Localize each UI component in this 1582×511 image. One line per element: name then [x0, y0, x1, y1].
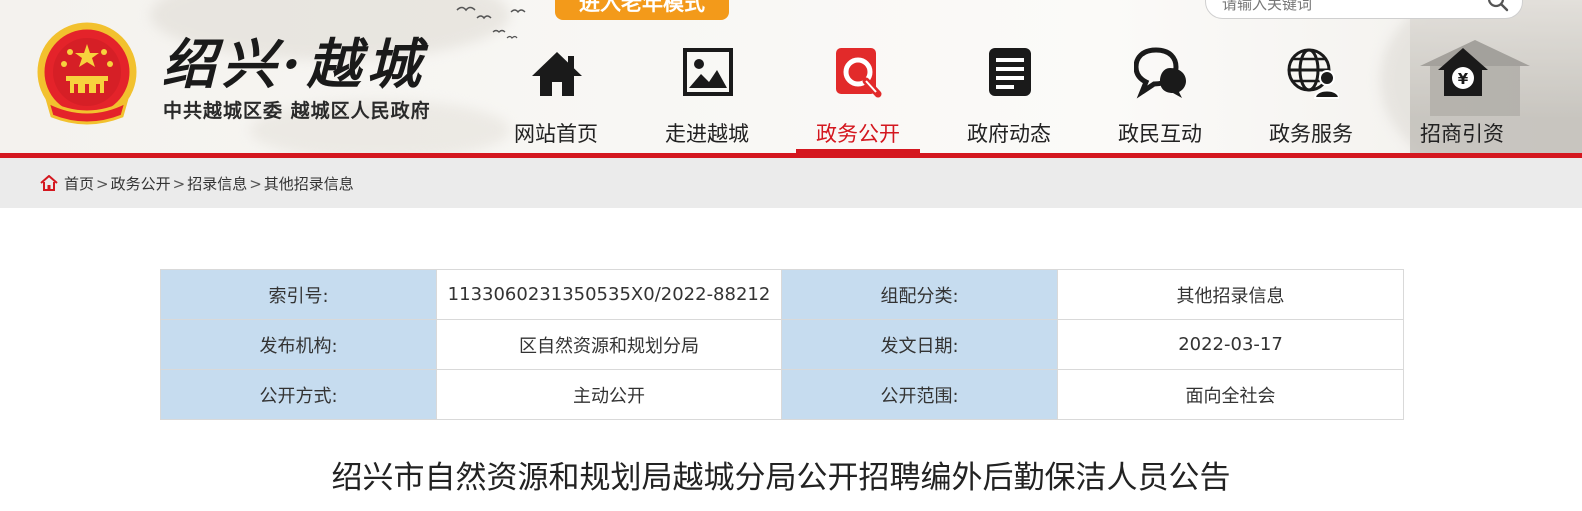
main-nav: 网站首页 走进越城 政务公开 政府动态 政民互动 政务服务 ¥ 招商引资: [482, 40, 1542, 154]
home-icon: [40, 175, 58, 191]
news-icon: [989, 48, 1031, 96]
nav-item-about[interactable]: 走进越城: [645, 40, 769, 154]
publisher-value: 区自然资源和规划分局: [436, 319, 782, 370]
senior-mode-button[interactable]: 进入老年模式: [555, 0, 729, 20]
article-title: 绍兴市自然资源和规划局越城分局公开招聘编外后勤保洁人员公告: [331, 460, 1231, 496]
yuan-house-icon: ¥: [1438, 48, 1488, 96]
disclosure-method-value: 主动公开: [436, 369, 782, 420]
nav-label: 走进越城: [665, 122, 749, 146]
breadcrumb: 首页 > 政务公开 > 招录信息 > 其他招录信息: [40, 173, 354, 194]
nav-item-services[interactable]: 政务服务: [1249, 40, 1373, 154]
nav-label: 政民互动: [1118, 122, 1202, 146]
nav-label: 政府动态: [967, 122, 1051, 146]
nav-item-interaction[interactable]: 政民互动: [1098, 40, 1222, 154]
breadcrumb-link-recruitment[interactable]: 招录信息: [187, 175, 247, 193]
nav-label: 网站首页: [514, 122, 598, 146]
disclosure-method-label: 公开方式:: [160, 369, 437, 420]
document-info-table: 索引号: 1133060231350535X0/2022-88212 组配分类:…: [160, 269, 1404, 420]
search-input[interactable]: [1222, 0, 1462, 15]
svg-text:¥: ¥: [1458, 70, 1469, 88]
breadcrumb-link-home[interactable]: 首页: [64, 175, 94, 193]
nav-item-home[interactable]: 网站首页: [494, 40, 618, 154]
category-value: 其他招录信息: [1057, 269, 1404, 320]
home-icon: [532, 52, 582, 96]
search-box: [1205, 0, 1523, 19]
nav-label: 政务服务: [1269, 122, 1353, 146]
table-row: 公开方式: 主动公开 公开范围: 面向全社会: [160, 369, 1404, 420]
breadcrumb-separator: >: [96, 175, 109, 193]
breadcrumb-link-other-recruitment[interactable]: 其他招录信息: [264, 175, 354, 193]
index-number-label: 索引号:: [160, 269, 437, 320]
category-label: 组配分类:: [781, 269, 1058, 320]
nav-item-news[interactable]: 政府动态: [947, 40, 1071, 154]
chat-icon: [1134, 47, 1186, 99]
nav-item-gov-affairs[interactable]: 政务公开: [796, 40, 920, 154]
breadcrumb-separator: >: [249, 175, 262, 193]
birds-decoration: [456, 6, 526, 39]
search-icon[interactable]: [1486, 0, 1510, 13]
image-icon: [683, 48, 733, 96]
table-row: 索引号: 1133060231350535X0/2022-88212 组配分类:…: [160, 269, 1404, 320]
table-row: 发布机构: 区自然资源和规划分局 发文日期: 2022-03-17: [160, 319, 1404, 370]
document-search-icon: [836, 48, 882, 98]
globe-user-icon: [1287, 48, 1339, 99]
nav-label: 政务公开: [816, 122, 900, 146]
nav-item-investment[interactable]: ¥ 招商引资: [1400, 40, 1524, 154]
breadcrumb-bar: 首页 > 政务公开 > 招录信息 > 其他招录信息: [0, 158, 1582, 208]
disclosure-scope-value: 面向全社会: [1057, 369, 1404, 420]
breadcrumb-link-gov-affairs[interactable]: 政务公开: [111, 175, 171, 193]
brand-subtitle: 中共越城区委 越城区人民政府: [163, 100, 431, 122]
disclosure-scope-label: 公开范围:: [781, 369, 1058, 420]
publisher-label: 发布机构:: [160, 319, 437, 370]
nav-label: 招商引资: [1420, 122, 1504, 146]
brand-title: 绍兴·越城: [162, 32, 427, 96]
index-number-value: 1133060231350535X0/2022-88212: [436, 269, 782, 320]
national-emblem-logo: [37, 22, 137, 125]
site-header: 绍兴·越城 中共越城区委 越城区人民政府 进入老年模式 网站首页 走进越城: [0, 0, 1582, 155]
publish-date-label: 发文日期:: [781, 319, 1058, 370]
publish-date-value: 2022-03-17: [1057, 319, 1404, 370]
breadcrumb-separator: >: [172, 175, 186, 193]
